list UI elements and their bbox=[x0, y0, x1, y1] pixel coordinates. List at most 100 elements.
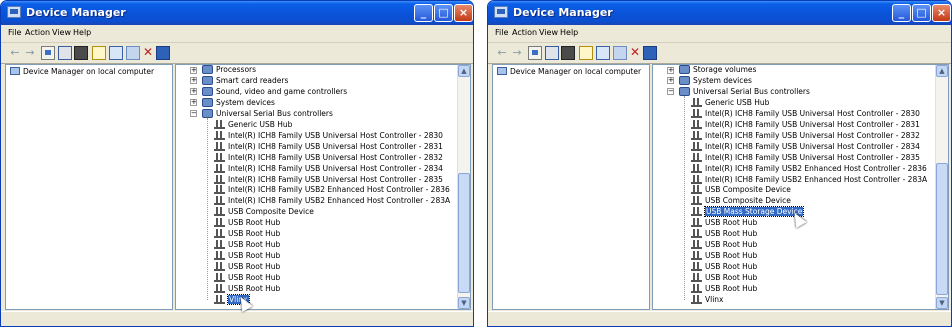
usb-device-item[interactable]: Intel(R) ICH8 Family USB Universal Host … bbox=[214, 141, 443, 152]
scroll-up-arrow[interactable]: ▲ bbox=[936, 65, 948, 77]
usb-device-item[interactable]: Intel(R) ICH8 Family USB Universal Host … bbox=[214, 163, 443, 174]
scan-hardware-icon[interactable] bbox=[109, 46, 123, 60]
menu-action[interactable]: Action bbox=[512, 28, 537, 37]
expand-icon[interactable]: + bbox=[190, 66, 197, 74]
menu-file[interactable]: File bbox=[8, 28, 21, 37]
usb-device-item[interactable]: USB Mass Storage Device bbox=[691, 206, 805, 218]
tree-root[interactable]: Device Manager on local computer bbox=[497, 67, 641, 76]
expand-icon[interactable]: + bbox=[667, 77, 674, 85]
usb-device-item[interactable]: USB Composite Device bbox=[691, 196, 791, 206]
usb-device-item[interactable]: USB Root Hub bbox=[691, 240, 757, 250]
usb-device-item[interactable]: USB Root Hub bbox=[214, 273, 280, 283]
minimize-button[interactable]: _ bbox=[414, 4, 433, 22]
menu-file[interactable]: File bbox=[495, 28, 508, 37]
scan-hardware-icon[interactable] bbox=[596, 46, 610, 60]
back-arrow-icon[interactable]: ← bbox=[8, 46, 22, 60]
tree-category-processors[interactable]: Processors bbox=[202, 65, 256, 75]
usb-device-item[interactable]: USB Root Hub bbox=[691, 229, 757, 239]
usb-device-item[interactable]: USB Root Hub bbox=[691, 284, 757, 294]
uninstall-icon[interactable]: ✕ bbox=[628, 46, 642, 60]
usb-device-item[interactable]: Generic USB Hub bbox=[214, 119, 292, 130]
maximize-button[interactable]: □ bbox=[434, 4, 453, 22]
help-icon[interactable] bbox=[579, 46, 593, 60]
usb-device-item[interactable]: USB Root Hub bbox=[214, 229, 280, 239]
menu-view[interactable]: View bbox=[52, 28, 71, 37]
device-tree-pane[interactable]: ▲ ▼ + Storage volumes + System devices − Univ… bbox=[652, 64, 949, 310]
usb-device-item[interactable]: USB Root Hub bbox=[214, 251, 280, 261]
usb-device-item[interactable]: USB Composite Device bbox=[691, 185, 791, 195]
collapse-icon[interactable]: − bbox=[190, 110, 197, 118]
disable-device-icon[interactable] bbox=[643, 46, 657, 60]
uninstall-icon[interactable]: ✕ bbox=[141, 46, 155, 60]
tree-root[interactable]: Device Manager on local computer bbox=[10, 67, 154, 76]
usb-device-item[interactable]: Intel(R) ICH8 Family USB Universal Host … bbox=[691, 152, 920, 163]
usb-device-item[interactable]: USB Root Hub bbox=[691, 262, 757, 272]
expand-icon[interactable]: + bbox=[190, 88, 197, 96]
console-tree-icon[interactable] bbox=[528, 46, 542, 60]
device-tree-pane[interactable]: ▲ ▼ + Processors + Smart card readers + Sound… bbox=[175, 64, 471, 310]
close-button[interactable]: × bbox=[932, 4, 951, 22]
title-bar[interactable]: Device Manager _ □ × bbox=[1, 1, 473, 25]
usb-device-item[interactable]: Intel(R) ICH8 Family USB2 Enhanced Host … bbox=[214, 196, 450, 206]
print-icon[interactable] bbox=[561, 46, 575, 60]
usb-device-item[interactable]: USB Root Hub bbox=[691, 218, 757, 228]
console-tree-icon[interactable] bbox=[41, 46, 55, 60]
vertical-scrollbar[interactable]: ▲ ▼ bbox=[457, 65, 470, 309]
usb-device-item[interactable]: Intel(R) ICH8 Family USB2 Enhanced Host … bbox=[691, 174, 927, 185]
usb-device-item[interactable]: Intel(R) ICH8 Family USB Universal Host … bbox=[691, 130, 920, 141]
usb-device-item[interactable]: USB Root Hub bbox=[691, 273, 757, 283]
usb-device-item[interactable]: USB Root Hub bbox=[214, 284, 280, 294]
tree-category-sound-video-and-game-controllers[interactable]: Sound, video and game controllers bbox=[202, 86, 347, 97]
close-button[interactable]: × bbox=[454, 4, 473, 22]
help-icon[interactable] bbox=[92, 46, 106, 60]
usb-device-label: USB Root Hub bbox=[228, 240, 281, 250]
tree-category-universal-serial-bus-controllers[interactable]: Universal Serial Bus controllers bbox=[202, 108, 333, 119]
menu-action[interactable]: Action bbox=[25, 28, 50, 37]
tree-category-universal-serial-bus-controllers[interactable]: Universal Serial Bus controllers bbox=[679, 86, 810, 97]
menu-help[interactable]: Help bbox=[73, 28, 91, 37]
usb-device-item[interactable]: Intel(R) ICH8 Family USB Universal Host … bbox=[691, 119, 920, 130]
tree-category-smart-card-readers[interactable]: Smart card readers bbox=[202, 75, 288, 86]
tree-category-system-devices[interactable]: System devices bbox=[679, 75, 752, 86]
expand-icon[interactable]: + bbox=[190, 77, 197, 85]
scroll-thumb[interactable] bbox=[458, 173, 470, 293]
scroll-up-arrow[interactable]: ▲ bbox=[458, 65, 470, 77]
update-driver-icon[interactable] bbox=[613, 46, 627, 60]
properties-icon[interactable] bbox=[545, 46, 559, 60]
expand-icon[interactable]: + bbox=[190, 99, 197, 107]
update-driver-icon[interactable] bbox=[126, 46, 140, 60]
back-arrow-icon[interactable]: ← bbox=[495, 46, 509, 60]
forward-arrow-icon[interactable]: → bbox=[510, 46, 524, 60]
scroll-down-arrow[interactable]: ▼ bbox=[458, 297, 470, 309]
menu-help[interactable]: Help bbox=[560, 28, 578, 37]
scroll-thumb[interactable] bbox=[936, 163, 948, 295]
usb-device-item[interactable]: Intel(R) ICH8 Family USB Universal Host … bbox=[691, 141, 920, 152]
disable-device-icon[interactable] bbox=[156, 46, 170, 60]
print-icon[interactable] bbox=[74, 46, 88, 60]
usb-device-item[interactable]: Generic USB Hub bbox=[691, 97, 769, 108]
scroll-down-arrow[interactable]: ▼ bbox=[936, 297, 948, 309]
forward-arrow-icon[interactable]: → bbox=[23, 46, 37, 60]
tree-category-system-devices[interactable]: System devices bbox=[202, 97, 275, 108]
usb-device-item[interactable]: USB Root Hub bbox=[214, 240, 280, 250]
minimize-button[interactable]: _ bbox=[892, 4, 911, 22]
usb-device-item[interactable]: Intel(R) ICH8 Family USB Universal Host … bbox=[691, 108, 920, 119]
usb-device-item[interactable]: Intel(R) ICH8 Family USB2 Enhanced Host … bbox=[691, 163, 927, 174]
tree-category-storage-volumes[interactable]: Storage volumes bbox=[679, 65, 756, 75]
usb-device-item[interactable]: USB Root Hub bbox=[214, 262, 280, 272]
usb-device-item[interactable]: Intel(R) ICH8 Family USB Universal Host … bbox=[214, 174, 443, 185]
usb-device-item[interactable]: Intel(R) ICH8 Family USB Universal Host … bbox=[214, 152, 443, 163]
usb-device-item[interactable]: USB Composite Device bbox=[214, 207, 314, 217]
properties-icon[interactable] bbox=[58, 46, 72, 60]
collapse-icon[interactable]: − bbox=[667, 88, 674, 96]
usb-device-item[interactable]: USB Root Hub bbox=[691, 251, 757, 261]
expand-icon[interactable]: + bbox=[667, 66, 674, 74]
title-bar[interactable]: Device Manager _ □ × bbox=[488, 1, 951, 25]
vertical-scrollbar[interactable]: ▲ ▼ bbox=[935, 65, 948, 309]
menu-view[interactable]: View bbox=[539, 28, 558, 37]
usb-device-item[interactable]: USB Root Hub bbox=[214, 218, 280, 228]
usb-device-item[interactable]: Intel(R) ICH8 Family USB2 Enhanced Host … bbox=[214, 185, 450, 195]
usb-device-item[interactable]: Vlinx bbox=[691, 294, 724, 305]
usb-device-item[interactable]: Intel(R) ICH8 Family USB Universal Host … bbox=[214, 130, 443, 141]
maximize-button[interactable]: □ bbox=[912, 4, 931, 22]
